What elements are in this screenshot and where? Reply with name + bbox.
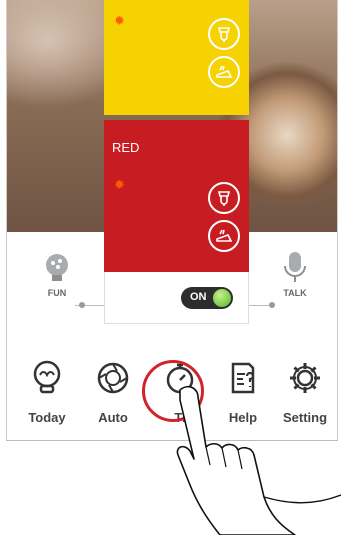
- power-toggle[interactable]: ON: [181, 287, 233, 309]
- fun-label: FUN: [47, 288, 67, 298]
- nav-auto-label: Auto: [98, 410, 128, 425]
- power-switch-panel: ON: [104, 272, 249, 324]
- sun-icon: ✹: [114, 13, 125, 28]
- fun-bulb-icon: [46, 254, 68, 281]
- toggle-knob: [213, 289, 231, 307]
- shutter-icon: [97, 362, 129, 394]
- coffee-machine-icon[interactable]: [208, 18, 240, 50]
- sun-icon: ✹: [114, 177, 125, 192]
- pointing-hand-icon: [176, 385, 341, 535]
- microphone-icon: [284, 252, 306, 282]
- coffee-machine-icon[interactable]: [208, 182, 240, 214]
- fun-mode[interactable]: FUN: [37, 252, 77, 298]
- nav-today-label: Today: [28, 410, 66, 425]
- cake-icon[interactable]: [208, 220, 240, 252]
- fun-dot: [79, 302, 85, 308]
- lightbulb-icon: [33, 360, 61, 394]
- red-card-label: RED: [112, 140, 140, 155]
- yellow-light-card[interactable]: ✹: [104, 0, 249, 115]
- nav-today[interactable]: Today: [17, 360, 77, 425]
- cake-icon[interactable]: [208, 56, 240, 88]
- red-light-card[interactable]: RED ✹: [104, 120, 249, 272]
- talk-mode[interactable]: TALK: [275, 250, 315, 298]
- nav-auto[interactable]: Auto: [83, 360, 143, 425]
- talk-dot: [269, 302, 275, 308]
- talk-label: TALK: [283, 288, 307, 298]
- toggle-label: ON: [190, 291, 207, 303]
